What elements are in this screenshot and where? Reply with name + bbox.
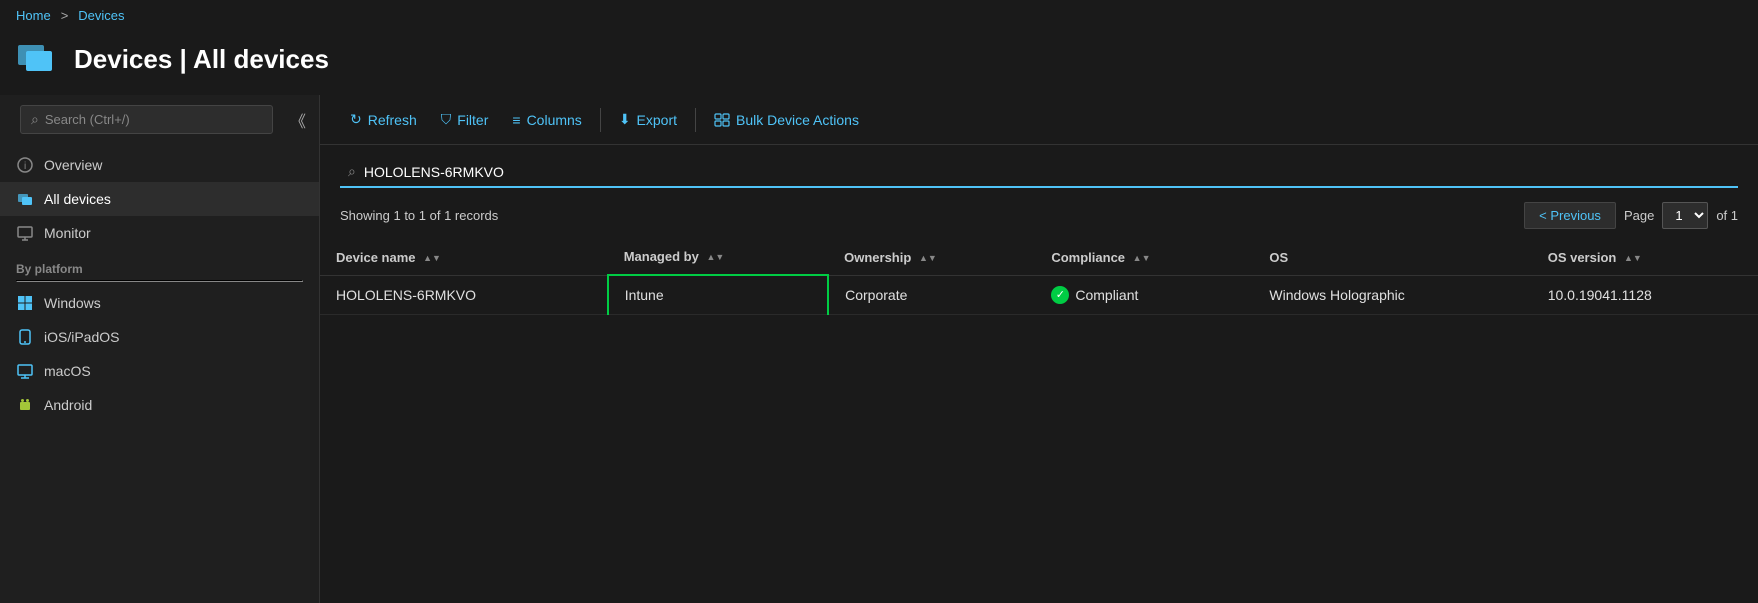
ios-icon — [16, 328, 34, 346]
col-device-name[interactable]: Device name ▲▼ — [320, 239, 608, 275]
device-search-bar: ⌕ — [340, 157, 1738, 188]
sidebar-item-monitor[interactable]: Monitor — [0, 216, 319, 250]
by-platform-label: By platform — [0, 250, 319, 280]
col-managed-by[interactable]: Managed by ▲▼ — [608, 239, 828, 275]
toolbar-separator-1 — [600, 108, 601, 132]
cell-managed-by: Intune — [608, 275, 828, 314]
sidebar-item-all-devices[interactable]: All devices — [0, 182, 319, 216]
sidebar-item-windows-label: Windows — [44, 295, 101, 311]
columns-icon: ≡ — [512, 112, 520, 128]
sidebar: ⌕ 《 i Overview All devices Monitor By pl… — [0, 95, 320, 603]
sidebar-item-overview-label: Overview — [44, 157, 102, 173]
cell-device-name: HOLOLENS-6RMKVO — [320, 275, 608, 314]
filter-button[interactable]: ⛉ Filter — [431, 105, 499, 134]
info-icon: i — [16, 156, 34, 174]
col-os-version[interactable]: OS version ▲▼ — [1532, 239, 1758, 275]
sidebar-item-overview[interactable]: i Overview — [0, 148, 319, 182]
devices-table: Device name ▲▼ Managed by ▲▼ Ownership ▲… — [320, 239, 1758, 315]
records-info-text: Showing 1 to 1 of 1 records — [340, 208, 498, 223]
col-ownership[interactable]: Ownership ▲▼ — [828, 239, 1035, 275]
compliant-check-icon: ✓ — [1051, 286, 1069, 304]
table-header-row: Device name ▲▼ Managed by ▲▼ Ownership ▲… — [320, 239, 1758, 275]
sidebar-item-macos[interactable]: macOS — [0, 354, 319, 388]
previous-button[interactable]: < Previous — [1524, 202, 1616, 229]
cell-os-version: 10.0.19041.1128 — [1532, 275, 1758, 314]
device-search-input[interactable] — [364, 164, 664, 180]
sidebar-search-input[interactable] — [45, 112, 262, 127]
of-label: of 1 — [1716, 208, 1738, 223]
columns-button[interactable]: ≡ Columns — [502, 106, 591, 134]
svg-text:i: i — [24, 161, 26, 172]
sort-icon-device-name: ▲▼ — [423, 254, 441, 263]
sidebar-item-android-label: Android — [44, 397, 92, 413]
export-button[interactable]: ⬇ Export — [609, 105, 687, 134]
sidebar-collapse-button[interactable]: 《 — [285, 103, 311, 137]
breadcrumb-devices[interactable]: Devices — [78, 8, 124, 23]
toolbar-separator-2 — [695, 108, 696, 132]
export-label: Export — [637, 112, 677, 128]
cell-compliance: ✓ Compliant — [1035, 275, 1253, 314]
pagination: < Previous Page 1 of 1 — [1524, 202, 1738, 229]
sidebar-item-macos-label: macOS — [44, 363, 91, 379]
sort-icon-managed-by: ▲▼ — [706, 253, 724, 262]
sort-icon-compliance: ▲▼ — [1133, 254, 1151, 263]
refresh-icon: ↻ — [350, 111, 362, 128]
col-os[interactable]: OS — [1253, 239, 1531, 275]
content-area: ↻ Refresh ⛉ Filter ≡ Columns ⬇ Export — [320, 95, 1758, 603]
export-icon: ⬇ — [619, 111, 631, 128]
sort-icon-os-version: ▲▼ — [1624, 254, 1642, 263]
search-icon: ⌕ — [31, 111, 39, 128]
breadcrumb-separator: > — [61, 8, 69, 23]
bulk-actions-label: Bulk Device Actions — [736, 112, 859, 128]
table-row[interactable]: HOLOLENS-6RMKVO Intune Corporate ✓ Compl… — [320, 275, 1758, 314]
sidebar-item-ios-label: iOS/iPadOS — [44, 329, 119, 345]
filter-icon: ⛉ — [441, 111, 452, 128]
windows-icon — [16, 294, 34, 312]
columns-label: Columns — [527, 112, 582, 128]
monitor-icon — [16, 224, 34, 242]
page-header: Devices | All devices — [0, 31, 1758, 95]
sidebar-item-windows[interactable]: Windows — [0, 286, 319, 320]
sidebar-item-ios[interactable]: iOS/iPadOS — [0, 320, 319, 354]
page-label: Page — [1624, 208, 1654, 223]
sort-icon-ownership: ▲▼ — [919, 254, 937, 263]
refresh-label: Refresh — [368, 112, 417, 128]
android-icon — [16, 396, 34, 414]
page-select[interactable]: 1 — [1662, 202, 1708, 229]
sidebar-item-all-devices-label: All devices — [44, 191, 111, 207]
refresh-button[interactable]: ↻ Refresh — [340, 105, 427, 134]
col-compliance[interactable]: Compliance ▲▼ — [1035, 239, 1253, 275]
cell-ownership: Corporate — [828, 275, 1035, 314]
bulk-actions-button[interactable]: Bulk Device Actions — [704, 105, 869, 134]
macos-icon — [16, 362, 34, 380]
sidebar-item-monitor-label: Monitor — [44, 225, 91, 241]
breadcrumb: Home > Devices — [0, 0, 1758, 31]
sidebar-item-android[interactable]: Android — [0, 388, 319, 422]
cell-os: Windows Holographic — [1253, 275, 1531, 314]
records-row: Showing 1 to 1 of 1 records < Previous P… — [320, 196, 1758, 235]
search-bar-icon: ⌕ — [348, 163, 356, 180]
filter-label: Filter — [457, 112, 488, 128]
devices-header-icon — [16, 39, 60, 79]
bulk-actions-icon — [714, 111, 730, 128]
toolbar: ↻ Refresh ⛉ Filter ≡ Columns ⬇ Export — [320, 95, 1758, 145]
page-title: Devices | All devices — [74, 44, 329, 75]
all-devices-icon — [16, 190, 34, 208]
breadcrumb-home[interactable]: Home — [16, 8, 51, 23]
